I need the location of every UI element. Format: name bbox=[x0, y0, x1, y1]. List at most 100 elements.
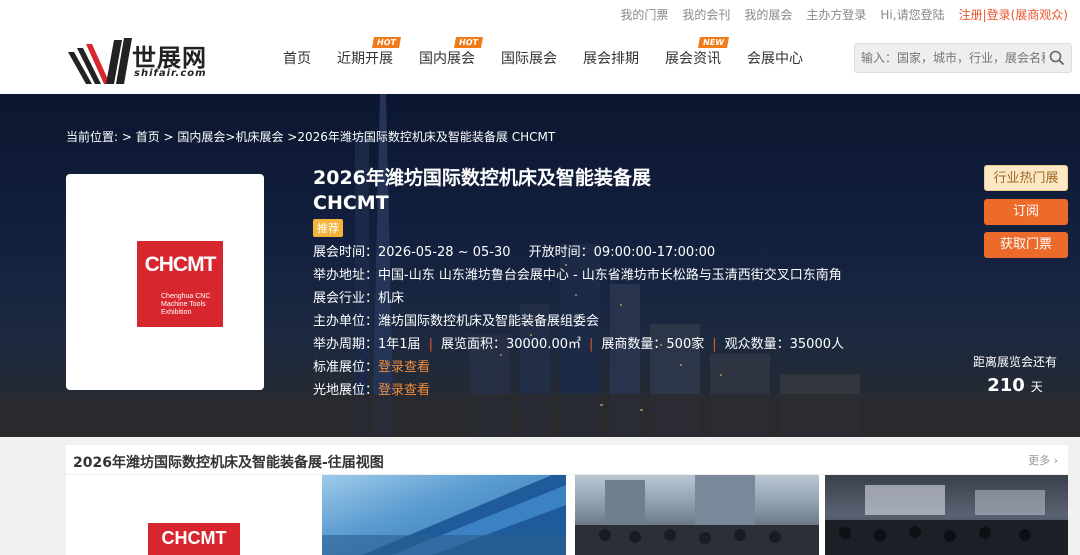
chevron-right-icon: › bbox=[1053, 454, 1058, 467]
gallery-thumb-exhibition-hall[interactable] bbox=[825, 475, 1068, 555]
nav-venues[interactable]: 会展中心 bbox=[734, 28, 816, 94]
site-logo[interactable]: 世展网 shifair.com bbox=[68, 30, 228, 84]
divider: | bbox=[589, 337, 594, 352]
organizer-value: 潍坊国际数控机床及智能装备展组委会 bbox=[378, 314, 600, 329]
more-label: 更多 bbox=[1028, 454, 1051, 467]
nav-schedule-label: 展会排期 bbox=[583, 51, 639, 67]
cycle-label: 举办周期： bbox=[313, 337, 379, 352]
greeting-login-link[interactable]: Hi,请您登陆 bbox=[880, 6, 944, 23]
nav-recent-label: 近期开展 bbox=[337, 51, 393, 67]
past-editions-title: 2026年潍坊国际数控机床及智能装备展-往届视图 bbox=[73, 455, 384, 471]
countdown: 距离展览会还有 210 天 bbox=[970, 353, 1060, 396]
open-value: 09:00:00-17:00:00 bbox=[593, 245, 716, 260]
nav-venues-label: 会展中心 bbox=[747, 51, 803, 67]
search-icon[interactable] bbox=[1049, 50, 1065, 66]
register-login-link[interactable]: 注册|登录(展商观众) bbox=[959, 6, 1068, 23]
recommended-badge: 推荐 bbox=[313, 219, 343, 237]
past-editions-header: 2026年潍坊国际数控机床及智能装备展-往届视图 更多 › bbox=[66, 445, 1068, 475]
nav-schedule[interactable]: 展会排期 bbox=[570, 28, 652, 94]
standard-booth-login-link[interactable]: 登录查看 bbox=[378, 360, 430, 375]
open-label: 开放时间： bbox=[528, 245, 594, 260]
expo-info: 2026年潍坊国际数控机床及智能装备展 CHCMT 推荐 展会时间：2026-0… bbox=[313, 166, 844, 402]
organizer-label: 主办单位： bbox=[313, 314, 379, 329]
nav-domestic-label: 国内展会 bbox=[419, 51, 475, 67]
countdown-days: 210 天 bbox=[970, 375, 1060, 396]
countdown-label: 距离展览会还有 bbox=[972, 355, 1057, 369]
subscribe-button[interactable]: 订阅 bbox=[984, 199, 1068, 225]
gallery-thumb-entrance-crowd[interactable] bbox=[575, 475, 819, 555]
expo-date-row: 展会时间：2026-05-28 ~ 05-30 开放时间：09:00:00-17… bbox=[313, 241, 844, 264]
poster-sub-line: Chenghua CNC bbox=[161, 293, 211, 300]
poster-sub-line: Exhibition bbox=[161, 309, 192, 316]
nav-news-label: 展会资讯 bbox=[665, 51, 721, 67]
raw-space-row: 光地展位：登录查看 bbox=[313, 379, 844, 402]
expo-hero: 当前位置: > 首页 > 国内展会>机床展会 >2026年潍坊国际数控机床及智能… bbox=[0, 94, 1080, 437]
chcmt-logo: CHCMT Chenghua CNC Machine Tools Exhibit… bbox=[137, 241, 223, 327]
venue-sign-photo bbox=[322, 475, 566, 555]
standard-booth-row: 标准展位：登录查看 bbox=[313, 356, 844, 379]
search-box bbox=[854, 43, 1072, 73]
entrance-crowd-photo bbox=[575, 475, 819, 555]
main-nav: 首页 近期开展 HOT 国内展会 HOT 国际展会 展会排期 展会资讯 NEW 会展中… bbox=[270, 28, 816, 94]
hot-tag: HOT bbox=[372, 37, 401, 48]
industry-label: 展会行业： bbox=[313, 291, 379, 306]
get-tickets-button[interactable]: 获取门票 bbox=[984, 232, 1068, 258]
divider: | bbox=[428, 337, 433, 352]
my-catalog-link[interactable]: 我的会刊 bbox=[682, 6, 730, 23]
nav-international[interactable]: 国际展会 bbox=[488, 28, 570, 94]
utility-links: 我的门票 我的会刊 我的展会 主办方登录 Hi,请您登陆 注册|登录(展商观众) bbox=[620, 6, 1068, 23]
nav-home-label: 首页 bbox=[283, 51, 311, 67]
expo-title-abbr: CHCMT bbox=[313, 192, 389, 214]
area-value: 30000.00㎡ bbox=[505, 337, 581, 352]
past-editions-section: 2026年潍坊国际数控机床及智能装备展-往届视图 更多 › CHCMT bbox=[66, 445, 1068, 555]
my-tickets-link[interactable]: 我的门票 bbox=[620, 6, 668, 23]
organizer-login-link[interactable]: 主办方登录 bbox=[806, 6, 866, 23]
date-label: 展会时间： bbox=[313, 245, 379, 260]
cycle-value: 1年1届 bbox=[378, 337, 421, 352]
address-label: 举办地址： bbox=[313, 268, 379, 283]
poster-sub-line: Machine Tools bbox=[161, 301, 206, 308]
past-editions-gallery: CHCMT bbox=[66, 475, 1068, 555]
standard-booth-label: 标准展位： bbox=[313, 360, 379, 375]
industry-value[interactable]: 机床 bbox=[378, 291, 404, 306]
poster-logo-text: CHCMT bbox=[144, 253, 217, 276]
thumb-logo-text: CHCMT bbox=[148, 523, 240, 555]
breadcrumb[interactable]: 当前位置: > 首页 > 国内展会>机床展会 >2026年潍坊国际数控机床及智能… bbox=[66, 128, 555, 145]
logo-stripes-icon bbox=[68, 38, 132, 84]
site-header: 世展网 shifair.com 首页 近期开展 HOT 国内展会 HOT 国际展会 … bbox=[0, 28, 1080, 94]
expo-stats-row: 举办周期：1年1届 | 展览面积：30000.00㎡ | 展商数量：500家 | 观众数量：… bbox=[313, 333, 844, 356]
expo-title: 2026年潍坊国际数控机床及智能装备展 bbox=[313, 167, 651, 189]
days-unit: 天 bbox=[1030, 380, 1043, 394]
exhibitors-label: 展商数量： bbox=[601, 337, 667, 352]
area-label: 展览面积： bbox=[440, 337, 506, 352]
search-input[interactable] bbox=[855, 44, 1045, 72]
visitors-label: 观众数量： bbox=[724, 337, 790, 352]
raw-space-login-link[interactable]: 登录查看 bbox=[378, 383, 430, 398]
days-number: 210 bbox=[987, 375, 1025, 396]
hot-tag: HOT bbox=[454, 37, 483, 48]
nav-news[interactable]: 展会资讯 NEW bbox=[652, 28, 734, 94]
address-value: 中国-山东 山东潍坊鲁台会展中心 - 山东省潍坊市长松路与玉清西街交叉口东南角 bbox=[378, 268, 842, 283]
logo-domain-text: shifair.com bbox=[134, 68, 207, 79]
nav-domestic[interactable]: 国内展会 HOT bbox=[406, 28, 488, 94]
nav-recent[interactable]: 近期开展 HOT bbox=[324, 28, 406, 94]
expo-poster: CHCMT Chenghua CNC Machine Tools Exhibit… bbox=[66, 174, 264, 390]
visitors-value: 35000人 bbox=[789, 337, 844, 352]
expo-industry-row: 展会行业：机床 bbox=[313, 287, 844, 310]
raw-space-label: 光地展位： bbox=[313, 383, 379, 398]
expo-organizer-row: 主办单位：潍坊国际数控机床及智能装备展组委会 bbox=[313, 310, 844, 333]
top-utility-bar: 我的门票 我的会刊 我的展会 主办方登录 Hi,请您登陆 注册|登录(展商观众) bbox=[0, 0, 1080, 28]
gallery-thumb-venue-sign[interactable] bbox=[322, 475, 566, 555]
exhibitors-value: 500家 bbox=[666, 337, 705, 352]
my-expos-link[interactable]: 我的展会 bbox=[744, 6, 792, 23]
poster-logo-subtitle: Chenghua CNC Machine Tools Exhibition bbox=[161, 293, 210, 317]
divider: | bbox=[712, 337, 717, 352]
more-link[interactable]: 更多 › bbox=[1028, 452, 1058, 468]
nav-international-label: 国际展会 bbox=[501, 51, 557, 67]
nav-home[interactable]: 首页 bbox=[270, 28, 324, 94]
expo-address-row: 举办地址：中国-山东 山东潍坊鲁台会展中心 - 山东省潍坊市长松路与玉清西街交叉… bbox=[313, 264, 844, 287]
hot-industry-button[interactable]: 行业热门展 bbox=[984, 165, 1068, 191]
date-value: 2026-05-28 ~ 05-30 bbox=[378, 245, 511, 260]
gallery-thumb-logo[interactable]: CHCMT bbox=[66, 475, 322, 555]
new-tag: NEW bbox=[698, 37, 729, 48]
